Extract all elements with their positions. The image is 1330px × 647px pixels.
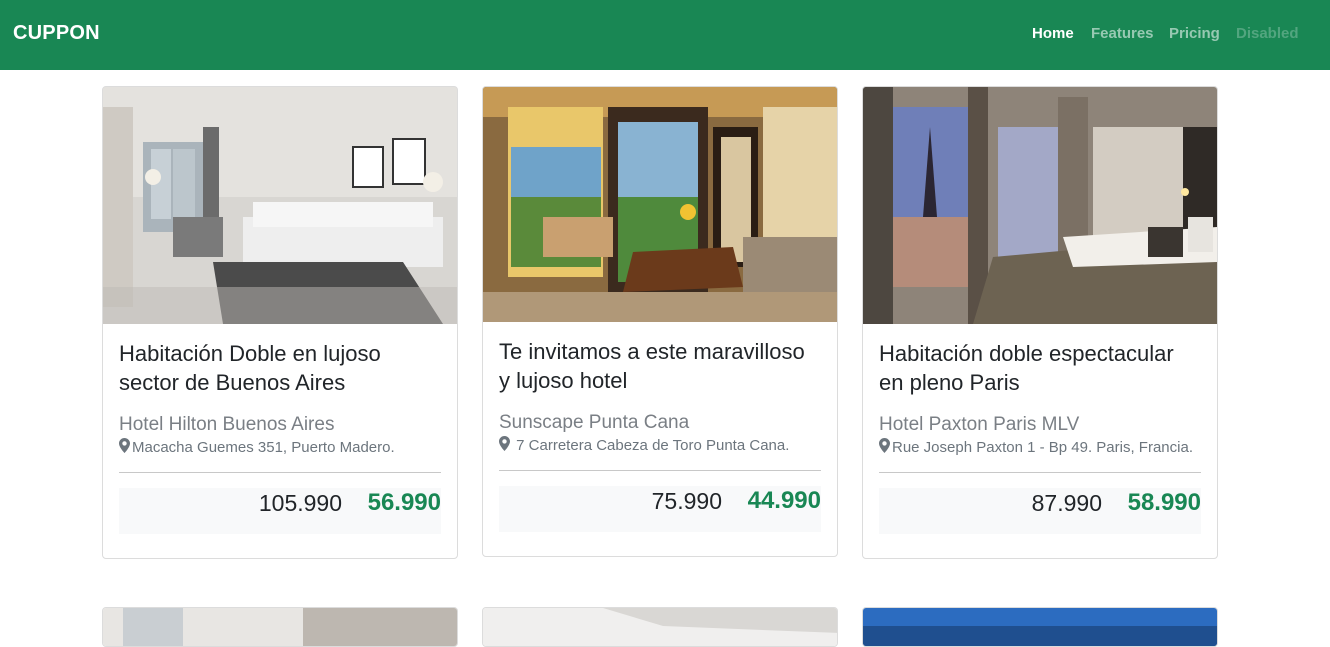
nav-link-home[interactable]: Home xyxy=(1032,25,1074,42)
address-text: Rue Joseph Paxton 1 - Bp 49. Paris, Fran… xyxy=(892,439,1193,456)
hotel-address: Rue Joseph Paxton 1 - Bp 49. Paris, Fran… xyxy=(879,438,1193,456)
brand-logo[interactable]: CUPPON xyxy=(13,22,100,45)
map-marker-icon xyxy=(119,438,130,453)
card-image-hotel-punta-cana[interactable] xyxy=(483,87,837,322)
offer-card[interactable]: Habitación doble espectacular en pleno P… xyxy=(862,86,1218,559)
card-image-bedroom-buenos-aires[interactable] xyxy=(103,87,457,324)
address-text: 7 Carretera Cabeza de Toro Punta Cana. xyxy=(512,437,790,454)
offer-card-partial[interactable] xyxy=(102,607,458,647)
card-title: Habitación Doble en lujoso sector de Bue… xyxy=(119,341,381,395)
offer-card-partial[interactable] xyxy=(862,607,1218,647)
old-price: 75.990 xyxy=(651,488,722,514)
hotel-name: Hotel Paxton Paris MLV xyxy=(879,414,1080,435)
hotel-name: Hotel Hilton Buenos Aires xyxy=(119,414,335,435)
divider xyxy=(499,470,821,471)
card-image-partial xyxy=(483,608,837,646)
old-price: 87.990 xyxy=(1031,490,1102,516)
new-price: 58.990 xyxy=(1127,489,1201,516)
card-image-partial xyxy=(103,608,457,646)
navbar: CUPPON Home Features Pricing Disabled xyxy=(0,0,1330,70)
hotel-name: Sunscape Punta Cana xyxy=(499,412,690,433)
card-image-partial xyxy=(863,608,1217,646)
nav-link-pricing[interactable]: Pricing xyxy=(1169,25,1220,42)
map-marker-icon xyxy=(879,438,890,453)
old-price: 105.990 xyxy=(258,490,342,516)
card-title: Habitación doble espectacular en pleno P… xyxy=(879,341,1174,395)
nav-link-disabled: Disabled xyxy=(1236,25,1299,42)
card-image-bedroom-paris[interactable] xyxy=(863,87,1217,324)
map-marker-icon xyxy=(499,436,510,451)
nav-link-features[interactable]: Features xyxy=(1091,25,1154,42)
price-box: 87.990 58.990 xyxy=(879,488,1201,534)
divider xyxy=(879,472,1201,473)
price-box: 75.990 44.990 xyxy=(499,486,821,532)
price-box: 105.990 56.990 xyxy=(119,488,441,534)
hotel-address: 7 Carretera Cabeza de Toro Punta Cana. xyxy=(499,436,789,454)
offer-card[interactable]: Te invitamos a este maravilloso y lujoso… xyxy=(482,86,838,557)
new-price: 44.990 xyxy=(747,487,821,514)
card-title: Te invitamos a este maravilloso y lujoso… xyxy=(499,339,805,393)
new-price: 56.990 xyxy=(367,489,441,516)
address-text: Macacha Guemes 351, Puerto Madero. xyxy=(132,439,395,456)
offer-card-partial[interactable] xyxy=(482,607,838,647)
divider xyxy=(119,472,441,473)
offer-card[interactable]: Habitación Doble en lujoso sector de Bue… xyxy=(102,86,458,559)
hotel-address: Macacha Guemes 351, Puerto Madero. xyxy=(119,438,395,456)
